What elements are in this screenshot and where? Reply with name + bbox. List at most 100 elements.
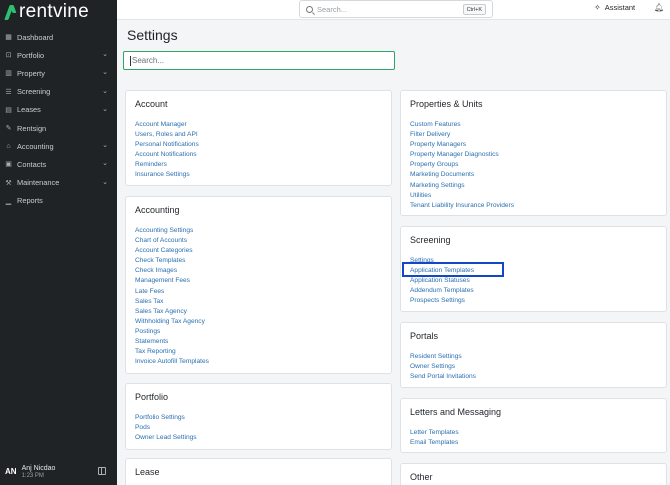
card-title: Portals [410,331,439,341]
card-title: Other [410,472,433,482]
chevron-down-icon[interactable]: ⌄ [102,141,108,149]
settings-link[interactable]: Check Templates [135,256,209,266]
settings-link[interactable]: Owner Settings [410,362,476,372]
settings-link[interactable]: Check Images [135,266,209,276]
settings-link[interactable]: Owner Lead Settings [135,433,197,443]
settings-link[interactable]: Account Notifications [135,150,199,160]
settings-link[interactable]: Users, Roles and API [135,130,199,140]
briefcase-icon: ⊡ [5,52,12,60]
sidebar-item-screening[interactable]: ☰ Screening ⌄ [0,83,117,101]
card-title: Accounting [135,205,180,215]
settings-link[interactable]: Account Categories [135,246,209,256]
settings-main: Settings Search... Account Account Manage… [117,20,670,485]
settings-link[interactable]: Chart of Accounts [135,236,209,246]
settings-link[interactable]: Addendum Templates [410,286,474,296]
sidebar-item-contacts[interactable]: ▣ Contacts ⌄ [0,155,117,173]
contact-card-icon: ▣ [5,161,12,169]
settings-link[interactable]: Send Portal Invitations [410,372,476,382]
sidebar-item-property[interactable]: ▥ Property ⌄ [0,64,117,82]
settings-link[interactable]: Sales Tax [135,297,209,307]
settings-link[interactable]: Pods [135,423,197,433]
settings-link[interactable]: Postings [135,327,209,337]
settings-link[interactable]: Utilities [410,191,514,201]
card-other: Other [400,463,667,485]
chevron-down-icon[interactable]: ⌄ [102,159,108,167]
settings-link[interactable]: Invoice Autofill Templates [135,357,209,367]
logo-mark-icon [6,3,16,21]
settings-link[interactable]: Tax Reporting [135,347,209,357]
card-properties-units: Properties & Units Custom Features Filter … [400,90,667,216]
collapse-sidebar-icon[interactable] [98,467,106,475]
rentvine-logo[interactable]: rentvine [6,0,89,24]
sidebar-item-maintenance[interactable]: ⚒ Maintenance ⌄ [0,174,117,192]
settings-link[interactable]: Resident Settings [410,352,476,362]
signature-icon: ✎ [5,125,12,133]
settings-link[interactable]: Personal Notifications [135,140,199,150]
assistant-button[interactable]: ✧ Assistant [594,3,635,12]
sidebar-item-label: Accounting [17,141,54,151]
settings-link[interactable]: Statements [135,337,209,347]
search-icon [306,5,313,13]
sparkle-icon: ✧ [594,3,601,12]
chevron-down-icon[interactable]: ⌄ [102,68,108,76]
settings-link[interactable]: Property Manager Diagnostics [410,150,514,160]
card-links: Letter Templates Email Templates [410,428,459,448]
settings-link[interactable]: Filter Delivery [410,130,514,140]
settings-link[interactable]: Late Fees [135,287,209,297]
card-links: Account Manager Users, Roles and API Perso… [135,120,199,181]
settings-link[interactable]: Account Manager [135,120,199,130]
sidebar-item-reports[interactable]: ▁ Reports [0,192,117,210]
settings-link[interactable]: Withholding Tax Agency [135,317,209,327]
settings-link[interactable]: Property Managers [410,140,514,150]
notifications-bell-icon[interactable]: 🔔︎ [654,3,664,12]
settings-link[interactable]: Letter Templates [410,428,459,438]
card-links: Portfolio Settings Pods Owner Lead Setting… [135,413,197,443]
chevron-down-icon[interactable]: ⌄ [102,50,108,58]
sidebar-item-label: Dashboard [17,32,54,42]
sidebar-item-label: Rentsign [17,123,47,133]
settings-link[interactable]: Property Groups [410,160,514,170]
chevron-down-icon[interactable]: ⌄ [102,178,108,186]
user-profile[interactable]: AN Anj Nicdao 1:23 PM [0,457,117,485]
user-time: 1:23 PM [21,472,44,479]
chevron-down-icon[interactable]: ⌄ [102,87,108,95]
settings-link[interactable]: Portfolio Settings [135,413,197,423]
card-account: Account Account Manager Users, Roles and A… [125,90,392,186]
bank-icon: ⌂ [6,142,11,150]
settings-link[interactable]: Marketing Settings [410,181,514,191]
sidebar-item-label: Screening [17,87,51,97]
settings-link[interactable]: Tenant Liability Insurance Providers [410,201,514,211]
settings-link[interactable]: Email Templates [410,438,459,448]
settings-link[interactable]: Prospects Settings [410,296,474,306]
sidebar-item-accounting[interactable]: ⌂ Accounting ⌄ [0,137,117,155]
settings-link[interactable]: Custom Features [410,120,514,130]
sidebar-item-label: Reports [17,196,43,206]
card-links: Accounting Settings Chart of Accounts Acco… [135,226,209,367]
chevron-down-icon[interactable]: ⌄ [102,105,108,113]
global-search-input[interactable]: Search... Ctrl+K [299,0,493,18]
card-accounting: Accounting Accounting Settings Chart of Ac… [125,196,392,374]
sidebar-item-leases[interactable]: ▤ Leases ⌄ [0,101,117,119]
settings-link[interactable]: Management Fees [135,276,209,286]
settings-link[interactable]: Reminders [135,160,199,170]
topbar: Search... Ctrl+K ✧ Assistant 🔔︎ [117,0,670,20]
settings-link[interactable]: Application Statuses [410,276,474,286]
settings-link[interactable]: Insurance Settings [135,170,199,180]
card-links: Custom Features Filter Delivery Property M… [410,120,514,211]
settings-search-input[interactable]: Search... [123,51,395,70]
settings-link[interactable]: Marketing Documents [410,170,514,180]
sidebar-item-rentsign[interactable]: ✎ Rentsign [0,119,117,137]
settings-link[interactable]: Sales Tax Agency [135,307,209,317]
settings-link[interactable]: Accounting Settings [135,226,209,236]
grid-icon: ▦ [5,34,12,42]
logo-text: rentvine [19,1,89,22]
sidebar-item-portfolio[interactable]: ⊡ Portfolio ⌄ [0,46,117,64]
card-lease: Lease [125,458,392,485]
page-title: Settings [127,27,178,43]
sidebar-item-dashboard[interactable]: ▦ Dashboard [0,28,117,46]
card-title: Lease [135,467,160,477]
card-title: Screening [410,235,451,245]
avatar: AN [5,466,17,476]
filter-icon: ☰ [5,88,12,96]
card-letters-messaging: Letters and Messaging Letter Templates Ema… [400,398,667,453]
